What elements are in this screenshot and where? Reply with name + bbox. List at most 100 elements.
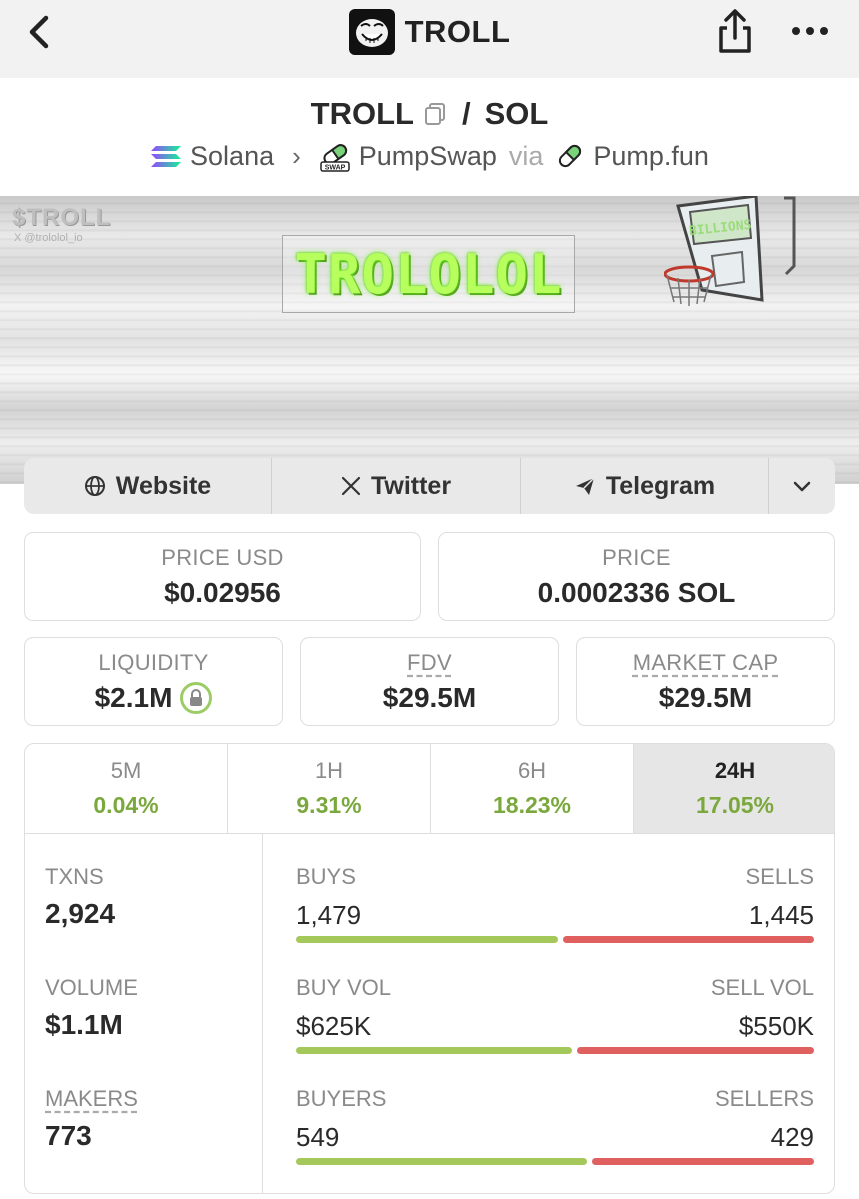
- x-logo-icon: [341, 476, 361, 496]
- buyers-sellers-labels: BUYERS SELLERS: [296, 1086, 814, 1112]
- solana-icon: [151, 146, 182, 167]
- fdv-value-row: $29.5M: [301, 682, 558, 714]
- banner-headline: TROLOLOL: [294, 242, 563, 306]
- sells-value: 1,445: [748, 900, 814, 930]
- tab-label: 1H: [314, 758, 344, 783]
- share-button[interactable]: [712, 6, 758, 56]
- volume-label: VOLUME: [45, 975, 138, 1000]
- buy-sell-column: BUYS SELLS 1,479 1,445 BUY VOL SELL VOL …: [296, 834, 814, 1193]
- fdv-label-row: FDV: [301, 650, 558, 676]
- tab-1h[interactable]: 1H 9.31%: [228, 744, 431, 833]
- price-native-value: 0.0002336 SOL: [537, 577, 736, 608]
- banner-watermark-title: $TROLL: [12, 204, 112, 231]
- txns-label: TXNS: [45, 864, 104, 889]
- pair-separator: /: [461, 96, 471, 131]
- price-native-value-row: 0.0002336 SOL: [439, 577, 834, 609]
- tab-change: 17.05%: [695, 792, 774, 818]
- pill-icon: [559, 144, 582, 168]
- app-title: TROLL: [404, 14, 511, 49]
- copy-icon[interactable]: [422, 101, 448, 127]
- liquidity-card: LIQUIDITY $2.1M: [24, 637, 283, 726]
- makers-value: 773: [45, 1120, 92, 1151]
- buys-sells-labels: BUYS SELLS: [296, 864, 814, 890]
- buy-segment: [296, 1047, 572, 1054]
- price-usd-label: PRICE USD: [161, 545, 284, 570]
- price-usd-value-row: $0.02956: [25, 577, 420, 609]
- chevron-right-icon: ›: [292, 140, 301, 171]
- market-cap-card: MARKET CAP $29.5M: [576, 637, 835, 726]
- tab-label: 5M: [110, 758, 142, 783]
- basketball-hoop-icon: BILLIONS: [664, 196, 796, 306]
- fdv-label[interactable]: FDV: [407, 650, 452, 675]
- timeframe-tabs: 5M 0.04% 1H 9.31% 6H 18.23% 24H 17.05%: [25, 744, 834, 834]
- social-links: Website Twitter Telegram: [24, 458, 835, 514]
- banner-headline-box: TROLOLOL: [282, 235, 575, 313]
- telegram-label: Telegram: [605, 471, 716, 500]
- more-links-button[interactable]: [769, 458, 835, 514]
- buy-vol-label: BUY VOL: [296, 975, 391, 1000]
- chain-link[interactable]: Solana: [190, 141, 274, 172]
- pair-header: TROLL / SOL Solana › SWAP PumpSwap via P…: [0, 78, 859, 196]
- tab-change: 9.31%: [296, 792, 362, 818]
- buyers-value: 549: [296, 1122, 340, 1152]
- buy-segment: [296, 1158, 587, 1165]
- chevron-down-icon: [793, 481, 811, 492]
- liquidity-label: LIQUIDITY: [98, 650, 209, 675]
- tab-6h[interactable]: 6H 18.23%: [431, 744, 634, 833]
- route-breadcrumb: Solana › SWAP PumpSwap via Pump.fun: [0, 140, 859, 172]
- tab-change: 18.23%: [492, 792, 571, 818]
- mcap-value-row: $29.5M: [577, 682, 834, 714]
- more-options-button[interactable]: [790, 16, 830, 46]
- liquidity-value-row: $2.1M: [25, 682, 282, 714]
- makers-label[interactable]: MAKERS: [45, 1086, 138, 1112]
- more-dots-icon: [792, 27, 828, 35]
- buyers-label: BUYERS: [296, 1086, 387, 1111]
- txns-value: 2,924: [45, 898, 116, 929]
- buys-value: 1,479: [296, 900, 362, 930]
- lock-icon[interactable]: [180, 682, 213, 714]
- twitter-label: Twitter: [370, 471, 452, 500]
- tab-5m[interactable]: 5M 0.04%: [25, 744, 228, 833]
- tab-24h[interactable]: 24H 17.05%: [634, 744, 834, 833]
- buys-sells-values: 1,479 1,445: [296, 900, 814, 931]
- dex-link[interactable]: PumpSwap: [359, 141, 497, 172]
- tab-label: 6H: [517, 758, 547, 783]
- price-usd-value: $0.02956: [164, 577, 281, 608]
- launchpad-link[interactable]: Pump.fun: [593, 141, 709, 172]
- banner-watermark-handle: X @trololol_io: [14, 232, 83, 244]
- troll-face-logo-icon: [348, 9, 395, 55]
- quote-symbol: SOL: [484, 96, 549, 131]
- volume-ratio-bar: [296, 1047, 814, 1054]
- stats-panel: 5M 0.04% 1H 9.31% 6H 18.23% 24H 17.05% T…: [24, 743, 835, 1194]
- fdv-card: FDV $29.5M: [300, 637, 559, 726]
- website-button[interactable]: Website: [24, 458, 272, 514]
- price-usd-card: PRICE USD $0.02956: [24, 532, 421, 621]
- telegram-icon: [575, 477, 595, 495]
- buyers-ratio-bar: [296, 1158, 814, 1165]
- telegram-button[interactable]: Telegram: [521, 458, 769, 514]
- sell-segment: [576, 1047, 814, 1054]
- pair-name: TROLL / SOL: [0, 96, 859, 132]
- base-symbol: TROLL: [310, 96, 414, 131]
- top-bar: TROLL: [0, 0, 859, 78]
- sell-segment: [591, 1158, 814, 1165]
- market-cap-label[interactable]: MARKET CAP: [633, 650, 779, 675]
- website-label: Website: [115, 471, 212, 500]
- volume-split-values: $625K $550K: [296, 1011, 814, 1042]
- volume-value: $1.1M: [45, 1009, 123, 1040]
- fdv-value: $29.5M: [382, 682, 477, 713]
- buyers-sellers-values: 549 429: [296, 1122, 814, 1153]
- mcap-label-row: MARKET CAP: [577, 650, 834, 676]
- share-icon: [719, 9, 751, 53]
- volume-split-labels: BUY VOL SELL VOL: [296, 975, 814, 1001]
- liquidity-value: $2.1M: [94, 682, 173, 713]
- globe-icon: [84, 476, 105, 496]
- svg-text:SWAP: SWAP: [324, 165, 345, 172]
- sellers-value: 429: [770, 1122, 814, 1152]
- sell-vol-value: $550K: [738, 1011, 814, 1041]
- sell-vol-label: SELL VOL: [710, 975, 814, 1000]
- token-banner-image: $TROLL X @trololol_io TROLOLOL BILLIONS: [0, 196, 859, 484]
- twitter-button[interactable]: Twitter: [272, 458, 521, 514]
- via-label: via: [508, 140, 544, 171]
- buy-vol-value: $625K: [296, 1011, 372, 1041]
